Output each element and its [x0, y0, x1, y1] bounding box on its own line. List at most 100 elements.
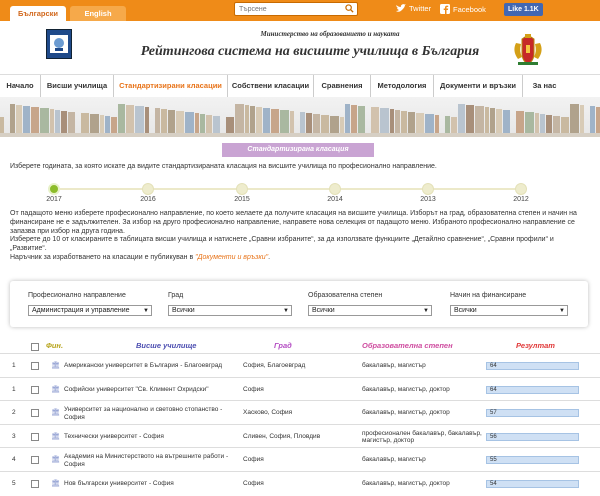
- row-select-checkbox[interactable]: [31, 409, 39, 417]
- timeline-year-2012[interactable]: 2012: [507, 183, 535, 203]
- search-input[interactable]: [235, 3, 343, 15]
- language-tab-english[interactable]: English: [70, 6, 126, 21]
- university-name[interactable]: Академия на Министерството на вътрешните…: [64, 453, 234, 468]
- rank-number: 2: [12, 409, 16, 416]
- table-row[interactable]: 5 🏛 Нов български университет - София София…: [0, 471, 600, 496]
- instructions-text: От падащото меню изберете професионално …: [10, 210, 590, 263]
- timeline-dot[interactable]: [236, 183, 248, 195]
- column-header-city[interactable]: Град: [274, 341, 292, 350]
- timeline-line: [54, 188, 524, 190]
- book-spine: [10, 104, 15, 133]
- book-spine: [380, 108, 389, 133]
- university-name[interactable]: Технически университет - София: [64, 433, 234, 441]
- select-all-checkbox[interactable]: [31, 343, 39, 351]
- rank-number: 5: [12, 480, 16, 487]
- chevron-down-icon: ▼: [559, 308, 565, 314]
- nav-item-methodology[interactable]: Методология: [371, 75, 434, 97]
- nav-item-home[interactable]: Начало: [0, 75, 41, 97]
- row-select-checkbox[interactable]: [31, 385, 39, 394]
- column-header-funding[interactable]: Фин.: [46, 341, 63, 350]
- facebook-like-button[interactable]: Like 1.1K: [504, 3, 543, 16]
- nav-item-custom-rankings[interactable]: Собствени класации: [228, 75, 314, 97]
- documents-link[interactable]: "Документи и връзки": [195, 254, 268, 261]
- column-header-result[interactable]: Резултат: [516, 341, 555, 350]
- timeline-year-label[interactable]: 2015: [228, 196, 256, 203]
- nav-item-standardized-rankings[interactable]: Стандартизирани класации: [114, 75, 228, 97]
- timeline-year-2017[interactable]: 2017: [40, 183, 68, 203]
- university-name[interactable]: Университет за национално и световно сто…: [64, 406, 234, 421]
- language-tab-bulgarian[interactable]: Български: [10, 6, 66, 21]
- column-header-degree[interactable]: Образователна степен: [362, 341, 453, 350]
- timeline-dot[interactable]: [422, 183, 434, 195]
- nav-item-universities[interactable]: Висши училища: [41, 75, 114, 97]
- table-row[interactable]: 2 🏛 Университет за национално и световно с…: [0, 400, 600, 425]
- timeline-dot[interactable]: [515, 183, 527, 195]
- result-bar: 64: [486, 385, 579, 394]
- timeline-year-label[interactable]: 2013: [414, 196, 442, 203]
- book-spine: [445, 116, 450, 133]
- instruction-line: Изберете до 10 от класираните в таблицат…: [10, 236, 554, 244]
- timeline-year-label[interactable]: 2017: [40, 196, 68, 203]
- row-select-checkbox[interactable]: [31, 432, 39, 441]
- city-filter-label: Град: [168, 292, 184, 299]
- twitter-link[interactable]: Twitter: [396, 4, 431, 13]
- funding-select[interactable]: Всички ▼: [450, 305, 568, 316]
- timeline-year-2014[interactable]: 2014: [321, 183, 349, 203]
- row-select-checkbox[interactable]: [31, 362, 39, 370]
- nav-item-documents[interactable]: Документи и връзки: [434, 75, 523, 97]
- site-title[interactable]: Рейтингова система на висшите училища в …: [120, 44, 500, 60]
- bookshelf-image: [0, 104, 600, 133]
- book-spine: [300, 112, 305, 133]
- university-degree: бакалавър, магистър, доктор: [362, 409, 450, 416]
- book-spine: [81, 113, 89, 133]
- timeline-dot[interactable]: [142, 183, 154, 195]
- field-select[interactable]: Администрация и управление ▼: [28, 305, 152, 316]
- book-spine: [100, 115, 104, 133]
- book-spine: [155, 108, 160, 133]
- field-select-value: Администрация и управление: [32, 307, 130, 314]
- city-select[interactable]: Всички ▼: [168, 305, 292, 316]
- book-logo-icon[interactable]: [46, 29, 72, 59]
- facebook-link[interactable]: Facebook: [440, 4, 486, 14]
- university-degree: бакалавър, магистър, доктор: [362, 385, 450, 393]
- university-name[interactable]: Американски университет в България - Бла…: [64, 362, 234, 370]
- book-spine: [111, 117, 117, 133]
- result-bar: 55: [486, 456, 579, 464]
- book-spine: [280, 110, 289, 133]
- degree-select[interactable]: Всички ▼: [308, 305, 432, 316]
- book-spine: [213, 116, 220, 133]
- timeline-dot[interactable]: [329, 183, 341, 195]
- book-spine: [256, 107, 262, 133]
- timeline-year-2016[interactable]: 2016: [134, 183, 162, 203]
- rank-number: 1: [12, 385, 16, 393]
- section-title: Стандартизирана класация: [222, 143, 374, 157]
- university-name[interactable]: Нов български университет - София: [64, 480, 234, 488]
- result-bar: 57: [486, 409, 579, 417]
- table-row[interactable]: 4 🏛 Академия на Министерството на вътрешни…: [0, 447, 600, 472]
- row-select-checkbox[interactable]: [31, 456, 39, 464]
- search-box[interactable]: [234, 2, 358, 16]
- column-header-university[interactable]: Висше училище: [136, 341, 196, 350]
- timeline-year-2013[interactable]: 2013: [414, 183, 442, 203]
- timeline-year-label[interactable]: 2014: [321, 196, 349, 203]
- table-row[interactable]: 3 🏛 Технически университет - София Сливен, …: [0, 424, 600, 448]
- timeline-year-2015[interactable]: 2015: [228, 183, 256, 203]
- search-icon[interactable]: [345, 4, 354, 13]
- nav-item-comparisons[interactable]: Сравнения: [314, 75, 371, 97]
- timeline-dot[interactable]: [48, 183, 60, 195]
- book-spine: [145, 107, 149, 133]
- timeline-year-label[interactable]: 2012: [507, 196, 535, 203]
- instruction-line: От падащото меню изберете професионално …: [10, 210, 577, 217]
- university-name[interactable]: Софийски университет "Св. Климент Охридс…: [64, 386, 234, 394]
- book-spine: [321, 115, 329, 133]
- university-degree: професионален бакалавър, бакалавър, маги…: [362, 429, 482, 445]
- nav-item-about[interactable]: За нас: [523, 75, 566, 97]
- row-select-checkbox[interactable]: [31, 480, 39, 488]
- table-row[interactable]: 1 🏛 Софийски университет "Св. Климент Охри…: [0, 377, 600, 401]
- book-spine: [168, 110, 175, 133]
- instruction-line: финансиране не е задължителен. За избор …: [10, 218, 575, 226]
- book-spine: [425, 114, 434, 133]
- book-spine: [540, 114, 545, 133]
- table-row[interactable]: 1 🏛 Американски университет в България - Б…: [0, 353, 600, 378]
- timeline-year-label[interactable]: 2016: [134, 196, 162, 203]
